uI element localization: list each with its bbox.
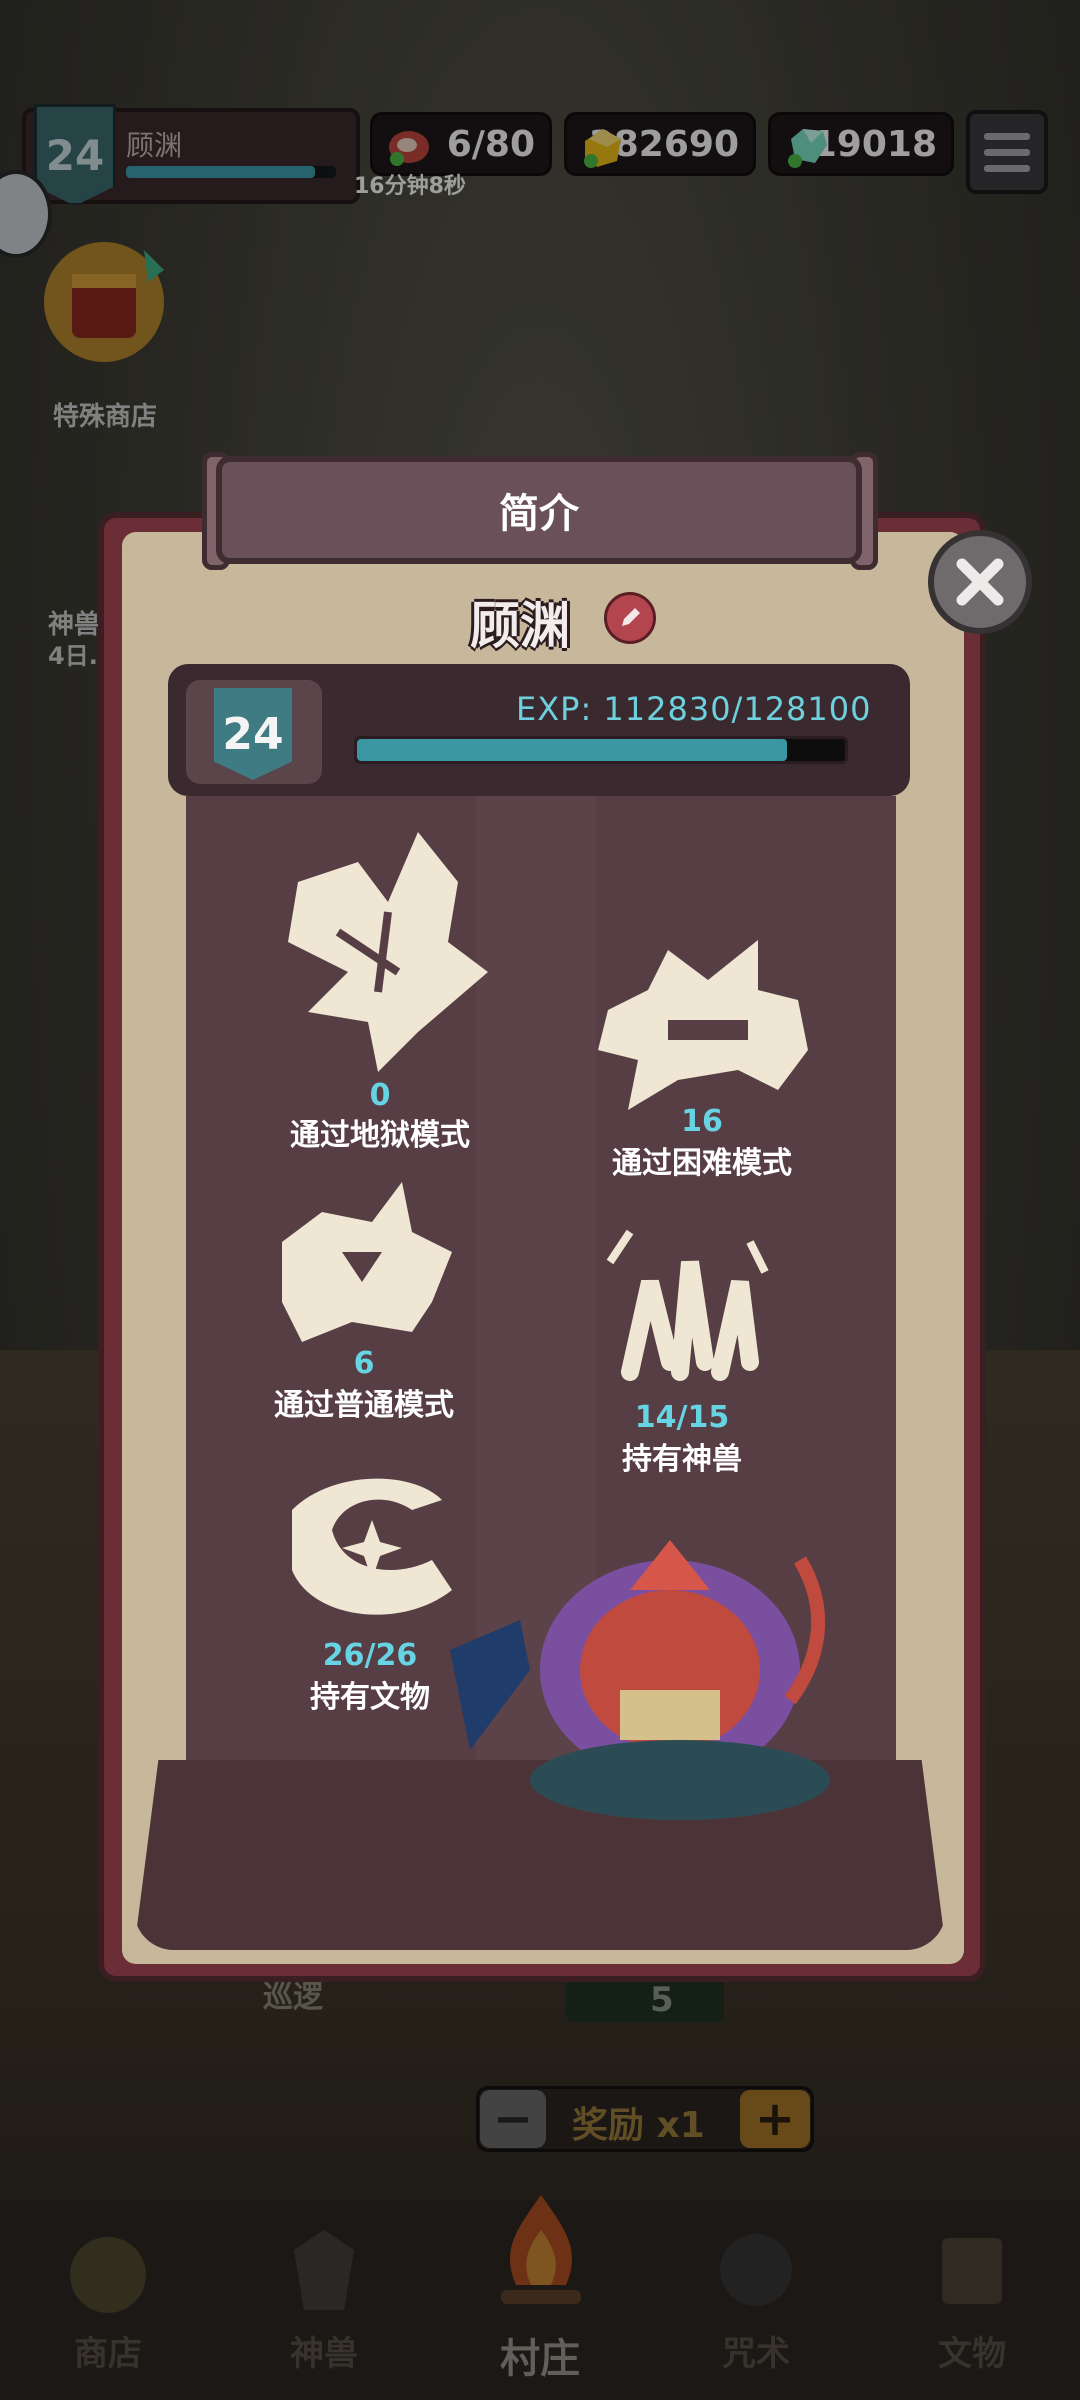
- modal-title: 简介: [216, 456, 862, 564]
- pencil-icon: [622, 608, 640, 626]
- exp-progress-bar: [354, 736, 848, 764]
- normal-mode-icon: [282, 1182, 452, 1342]
- exp-text: EXP: 112830/128100: [516, 690, 872, 728]
- beasts-owned-value: 14/15: [634, 1400, 730, 1435]
- beast-claw-icon: [606, 1229, 769, 1381]
- profile-level-badge: 24: [214, 688, 292, 780]
- hard-mode-label: 通过困难模式: [612, 1146, 792, 1181]
- hard-mode-value: 16: [681, 1104, 723, 1139]
- hell-mode-label: 通过地狱模式: [290, 1118, 470, 1153]
- edit-name-button[interactable]: [604, 592, 656, 644]
- close-button[interactable]: [928, 530, 1032, 634]
- hell-mode-icon: [288, 832, 488, 1072]
- beasts-owned-label: 持有神兽: [622, 1442, 742, 1477]
- hell-mode-value: 0: [369, 1078, 391, 1113]
- normal-mode-label: 通过普通模式: [274, 1388, 454, 1423]
- close-icon: [956, 558, 1004, 606]
- normal-mode-value: 6: [353, 1346, 375, 1381]
- profile-name: 顾渊: [470, 597, 570, 655]
- hard-mode-icon: [598, 940, 808, 1110]
- beast-character: [450, 1540, 830, 1820]
